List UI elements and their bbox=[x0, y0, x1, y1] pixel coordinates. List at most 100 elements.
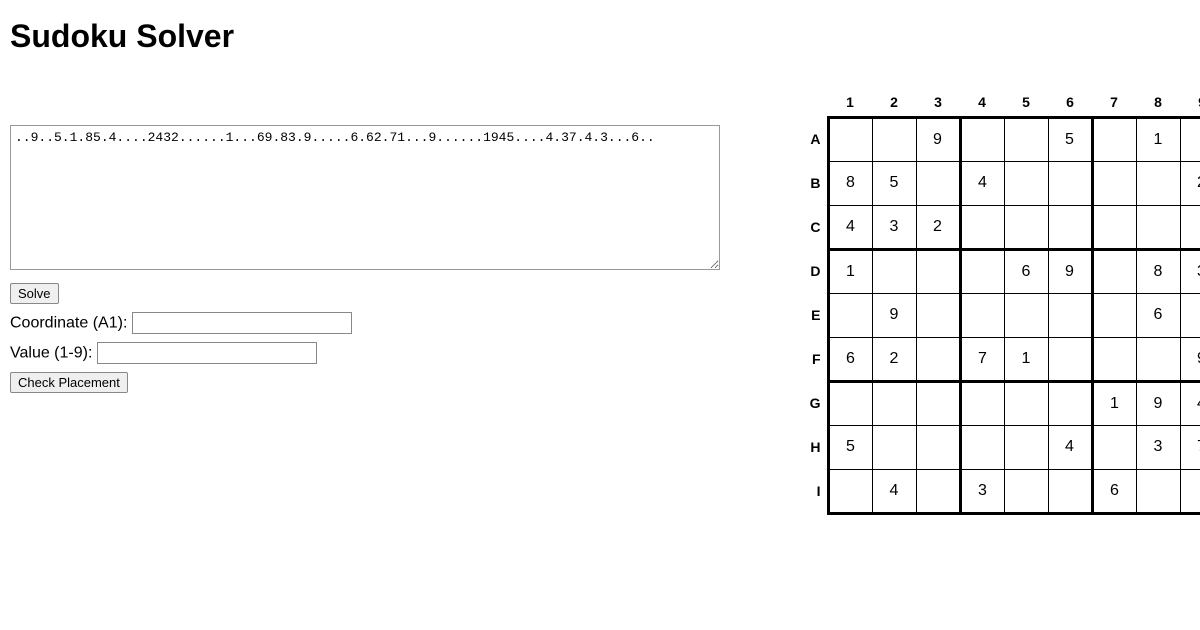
cell-E8[interactable]: 6 bbox=[1136, 293, 1180, 337]
cell-F6[interactable] bbox=[1048, 337, 1092, 381]
cell-H4[interactable] bbox=[960, 425, 1004, 469]
cell-E4[interactable] bbox=[960, 293, 1004, 337]
cell-A8[interactable]: 1 bbox=[1136, 117, 1180, 161]
cell-E7[interactable] bbox=[1092, 293, 1136, 337]
cell-I6[interactable] bbox=[1048, 469, 1092, 513]
cell-C2[interactable]: 3 bbox=[872, 205, 916, 249]
sudoku-grid: 123456789A951B8542C432D16983E96F62719G19… bbox=[804, 89, 1200, 515]
cell-C1[interactable]: 4 bbox=[828, 205, 872, 249]
cell-I5[interactable] bbox=[1004, 469, 1048, 513]
col-header-9: 9 bbox=[1180, 89, 1200, 117]
cell-F5[interactable]: 1 bbox=[1004, 337, 1048, 381]
cell-A9[interactable] bbox=[1180, 117, 1200, 161]
cell-D9[interactable]: 3 bbox=[1180, 249, 1200, 293]
cell-H7[interactable] bbox=[1092, 425, 1136, 469]
cell-G8[interactable]: 9 bbox=[1136, 381, 1180, 425]
cell-A6[interactable]: 5 bbox=[1048, 117, 1092, 161]
col-header-1: 1 bbox=[828, 89, 872, 117]
cell-C9[interactable] bbox=[1180, 205, 1200, 249]
cell-I4[interactable]: 3 bbox=[960, 469, 1004, 513]
cell-I2[interactable]: 4 bbox=[872, 469, 916, 513]
cell-E2[interactable]: 9 bbox=[872, 293, 916, 337]
cell-H1[interactable]: 5 bbox=[828, 425, 872, 469]
cell-I9[interactable] bbox=[1180, 469, 1200, 513]
cell-H8[interactable]: 3 bbox=[1136, 425, 1180, 469]
cell-D3[interactable] bbox=[916, 249, 960, 293]
cell-E3[interactable] bbox=[916, 293, 960, 337]
solve-button[interactable]: Solve bbox=[10, 283, 59, 304]
cell-H2[interactable] bbox=[872, 425, 916, 469]
cell-H5[interactable] bbox=[1004, 425, 1048, 469]
col-header-7: 7 bbox=[1092, 89, 1136, 117]
cell-B6[interactable] bbox=[1048, 161, 1092, 205]
col-header-6: 6 bbox=[1048, 89, 1092, 117]
cell-I1[interactable] bbox=[828, 469, 872, 513]
cell-C5[interactable] bbox=[1004, 205, 1048, 249]
cell-G2[interactable] bbox=[872, 381, 916, 425]
cell-D6[interactable]: 9 bbox=[1048, 249, 1092, 293]
cell-H3[interactable] bbox=[916, 425, 960, 469]
cell-D1[interactable]: 1 bbox=[828, 249, 872, 293]
row-header-A: A bbox=[804, 117, 828, 161]
cell-D5[interactable]: 6 bbox=[1004, 249, 1048, 293]
cell-B9[interactable]: 2 bbox=[1180, 161, 1200, 205]
sudoku-grid-panel: 123456789A951B8542C432D16983E96F62719G19… bbox=[780, 85, 1200, 515]
cell-A1[interactable] bbox=[828, 117, 872, 161]
cell-F4[interactable]: 7 bbox=[960, 337, 1004, 381]
cell-E6[interactable] bbox=[1048, 293, 1092, 337]
col-header-3: 3 bbox=[916, 89, 960, 117]
cell-D7[interactable] bbox=[1092, 249, 1136, 293]
cell-A2[interactable] bbox=[872, 117, 916, 161]
cell-F9[interactable]: 9 bbox=[1180, 337, 1200, 381]
cell-G1[interactable] bbox=[828, 381, 872, 425]
cell-C4[interactable] bbox=[960, 205, 1004, 249]
cell-E9[interactable] bbox=[1180, 293, 1200, 337]
cell-G9[interactable]: 4 bbox=[1180, 381, 1200, 425]
coordinate-label: Coordinate (A1): bbox=[10, 315, 132, 332]
cell-C6[interactable] bbox=[1048, 205, 1092, 249]
cell-A3[interactable]: 9 bbox=[916, 117, 960, 161]
cell-D8[interactable]: 8 bbox=[1136, 249, 1180, 293]
cell-G7[interactable]: 1 bbox=[1092, 381, 1136, 425]
check-placement-button[interactable]: Check Placement bbox=[10, 372, 128, 393]
cell-E1[interactable] bbox=[828, 293, 872, 337]
cell-E5[interactable] bbox=[1004, 293, 1048, 337]
coordinate-input[interactable] bbox=[132, 312, 352, 334]
cell-G4[interactable] bbox=[960, 381, 1004, 425]
cell-G6[interactable] bbox=[1048, 381, 1092, 425]
cell-F3[interactable] bbox=[916, 337, 960, 381]
cell-I7[interactable]: 6 bbox=[1092, 469, 1136, 513]
cell-B3[interactable] bbox=[916, 161, 960, 205]
cell-B5[interactable] bbox=[1004, 161, 1048, 205]
cell-G3[interactable] bbox=[916, 381, 960, 425]
cell-B1[interactable]: 8 bbox=[828, 161, 872, 205]
puzzle-textarea[interactable] bbox=[10, 125, 720, 270]
cell-B4[interactable]: 4 bbox=[960, 161, 1004, 205]
cell-B7[interactable] bbox=[1092, 161, 1136, 205]
cell-C3[interactable]: 2 bbox=[916, 205, 960, 249]
cell-F1[interactable]: 6 bbox=[828, 337, 872, 381]
page-title: Sudoku Solver bbox=[10, 18, 1190, 55]
value-input[interactable] bbox=[97, 342, 317, 364]
cell-D2[interactable] bbox=[872, 249, 916, 293]
cell-B2[interactable]: 5 bbox=[872, 161, 916, 205]
cell-I8[interactable] bbox=[1136, 469, 1180, 513]
cell-C8[interactable] bbox=[1136, 205, 1180, 249]
cell-F2[interactable]: 2 bbox=[872, 337, 916, 381]
cell-G5[interactable] bbox=[1004, 381, 1048, 425]
cell-A4[interactable] bbox=[960, 117, 1004, 161]
cell-A5[interactable] bbox=[1004, 117, 1048, 161]
cell-A7[interactable] bbox=[1092, 117, 1136, 161]
cell-F8[interactable] bbox=[1136, 337, 1180, 381]
cell-C7[interactable] bbox=[1092, 205, 1136, 249]
row-header-B: B bbox=[804, 161, 828, 205]
cell-D4[interactable] bbox=[960, 249, 1004, 293]
row-header-G: G bbox=[804, 381, 828, 425]
cell-H9[interactable]: 7 bbox=[1180, 425, 1200, 469]
cell-H6[interactable]: 4 bbox=[1048, 425, 1092, 469]
cell-B8[interactable] bbox=[1136, 161, 1180, 205]
cell-F7[interactable] bbox=[1092, 337, 1136, 381]
row-header-E: E bbox=[804, 293, 828, 337]
cell-I3[interactable] bbox=[916, 469, 960, 513]
value-label: Value (1-9): bbox=[10, 345, 97, 362]
